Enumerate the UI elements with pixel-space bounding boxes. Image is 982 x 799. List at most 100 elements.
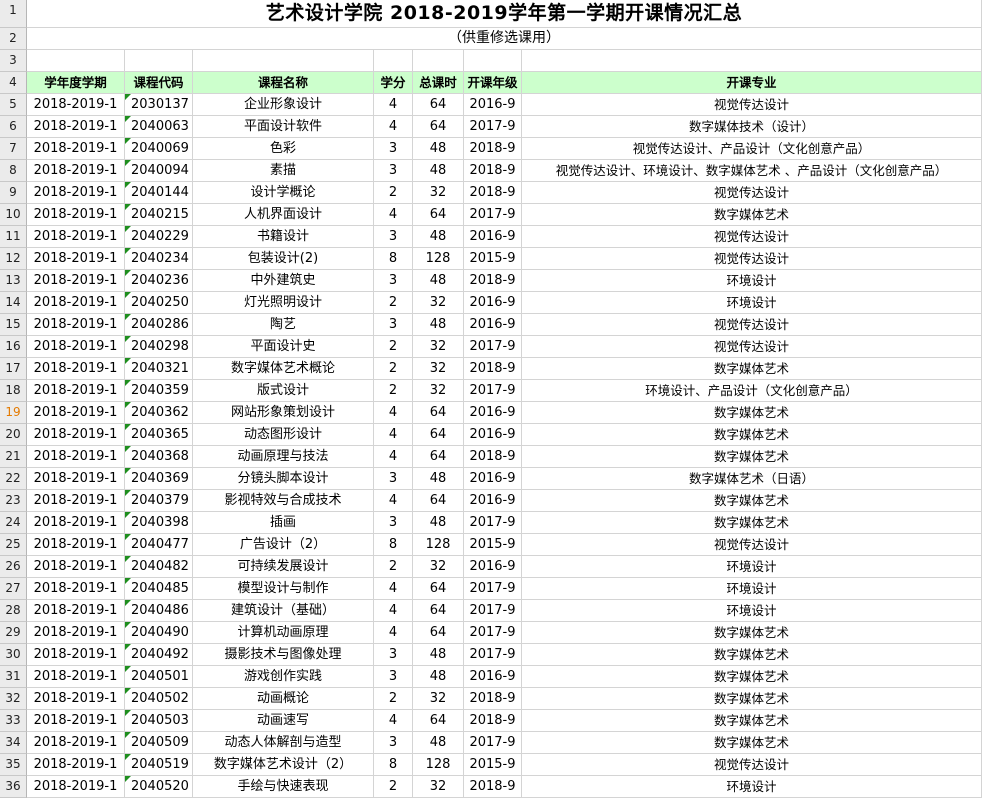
- credits-cell[interactable]: 4: [374, 446, 413, 468]
- major-cell[interactable]: 视觉传达设计: [522, 226, 982, 248]
- major-cell[interactable]: 环境设计: [522, 270, 982, 292]
- course-name-cell[interactable]: 设计学概论: [193, 182, 374, 204]
- term-cell[interactable]: 2018-2019-1: [27, 666, 125, 688]
- course-code-cell[interactable]: 2040094: [125, 160, 193, 182]
- total-hours-cell[interactable]: 48: [413, 512, 464, 534]
- row-header-26[interactable]: 26: [0, 556, 27, 578]
- total-hours-cell[interactable]: 64: [413, 116, 464, 138]
- grade-year-cell[interactable]: 2017-9: [464, 336, 522, 358]
- row-header-6[interactable]: 6: [0, 116, 27, 138]
- row-header-14[interactable]: 14: [0, 292, 27, 314]
- major-cell[interactable]: 环境设计: [522, 776, 982, 798]
- grade-year-cell[interactable]: 2016-9: [464, 402, 522, 424]
- credits-cell[interactable]: 2: [374, 688, 413, 710]
- course-code-cell[interactable]: 2040236: [125, 270, 193, 292]
- row-header-31[interactable]: 31: [0, 666, 27, 688]
- course-name-cell[interactable]: 动态人体解剖与造型: [193, 732, 374, 754]
- total-hours-cell[interactable]: 48: [413, 314, 464, 336]
- total-hours-cell[interactable]: 64: [413, 490, 464, 512]
- term-cell[interactable]: 2018-2019-1: [27, 754, 125, 776]
- course-code-cell[interactable]: 2040398: [125, 512, 193, 534]
- term-cell[interactable]: 2018-2019-1: [27, 402, 125, 424]
- major-cell[interactable]: 数字媒体艺术: [522, 358, 982, 380]
- course-name-cell[interactable]: 中外建筑史: [193, 270, 374, 292]
- course-code-cell[interactable]: 2040486: [125, 600, 193, 622]
- header-term[interactable]: 学年度学期: [27, 72, 125, 94]
- grade-year-cell[interactable]: 2016-9: [464, 226, 522, 248]
- grade-year-cell[interactable]: 2016-9: [464, 468, 522, 490]
- header-grade-year[interactable]: 开课年级: [464, 72, 522, 94]
- credits-cell[interactable]: 8: [374, 534, 413, 556]
- row-header-22[interactable]: 22: [0, 468, 27, 490]
- grade-year-cell[interactable]: 2018-9: [464, 358, 522, 380]
- course-name-cell[interactable]: 陶艺: [193, 314, 374, 336]
- credits-cell[interactable]: 4: [374, 204, 413, 226]
- course-code-cell[interactable]: 2040519: [125, 754, 193, 776]
- grade-year-cell[interactable]: 2016-9: [464, 490, 522, 512]
- term-cell[interactable]: 2018-2019-1: [27, 138, 125, 160]
- course-name-cell[interactable]: 书籍设计: [193, 226, 374, 248]
- row-header-34[interactable]: 34: [0, 732, 27, 754]
- term-cell[interactable]: 2018-2019-1: [27, 578, 125, 600]
- row-header-19[interactable]: 19: [0, 402, 27, 424]
- grade-year-cell[interactable]: 2018-9: [464, 446, 522, 468]
- course-name-cell[interactable]: 计算机动画原理: [193, 622, 374, 644]
- course-code-cell[interactable]: 2040298: [125, 336, 193, 358]
- total-hours-cell[interactable]: 48: [413, 732, 464, 754]
- major-cell[interactable]: 数字媒体艺术: [522, 710, 982, 732]
- major-cell[interactable]: 数字媒体艺术: [522, 424, 982, 446]
- total-hours-cell[interactable]: 32: [413, 776, 464, 798]
- credits-cell[interactable]: 3: [374, 512, 413, 534]
- course-code-cell[interactable]: 2040502: [125, 688, 193, 710]
- term-cell[interactable]: 2018-2019-1: [27, 424, 125, 446]
- grade-year-cell[interactable]: 2015-9: [464, 754, 522, 776]
- major-cell[interactable]: 数字媒体艺术: [522, 644, 982, 666]
- credits-cell[interactable]: 2: [374, 336, 413, 358]
- credits-cell[interactable]: 2: [374, 358, 413, 380]
- total-hours-cell[interactable]: 48: [413, 138, 464, 160]
- term-cell[interactable]: 2018-2019-1: [27, 314, 125, 336]
- course-code-cell[interactable]: 2040490: [125, 622, 193, 644]
- term-cell[interactable]: 2018-2019-1: [27, 490, 125, 512]
- course-code-cell[interactable]: 2040509: [125, 732, 193, 754]
- term-cell[interactable]: 2018-2019-1: [27, 292, 125, 314]
- credits-cell[interactable]: 4: [374, 622, 413, 644]
- row-header-11[interactable]: 11: [0, 226, 27, 248]
- course-name-cell[interactable]: 灯光照明设计: [193, 292, 374, 314]
- major-cell[interactable]: 视觉传达设计: [522, 182, 982, 204]
- major-cell[interactable]: 环境设计: [522, 600, 982, 622]
- credits-cell[interactable]: 4: [374, 600, 413, 622]
- grade-year-cell[interactable]: 2017-9: [464, 512, 522, 534]
- course-name-cell[interactable]: 手绘与快速表现: [193, 776, 374, 798]
- course-code-cell[interactable]: 2040234: [125, 248, 193, 270]
- course-name-cell[interactable]: 摄影技术与图像处理: [193, 644, 374, 666]
- credits-cell[interactable]: 4: [374, 490, 413, 512]
- sheet-title[interactable]: 艺术设计学院 2018-2019学年第一学期开课情况汇总: [27, 0, 982, 28]
- total-hours-cell[interactable]: 48: [413, 226, 464, 248]
- row-header-21[interactable]: 21: [0, 446, 27, 468]
- total-hours-cell[interactable]: 64: [413, 600, 464, 622]
- course-code-cell[interactable]: 2040477: [125, 534, 193, 556]
- grade-year-cell[interactable]: 2016-9: [464, 556, 522, 578]
- major-cell[interactable]: 数字媒体艺术: [522, 666, 982, 688]
- credits-cell[interactable]: 8: [374, 248, 413, 270]
- grade-year-cell[interactable]: 2018-9: [464, 688, 522, 710]
- row-header-12[interactable]: 12: [0, 248, 27, 270]
- credits-cell[interactable]: 4: [374, 116, 413, 138]
- major-cell[interactable]: 数字媒体艺术: [522, 622, 982, 644]
- term-cell[interactable]: 2018-2019-1: [27, 226, 125, 248]
- row-header-23[interactable]: 23: [0, 490, 27, 512]
- term-cell[interactable]: 2018-2019-1: [27, 556, 125, 578]
- total-hours-cell[interactable]: 128: [413, 534, 464, 556]
- total-hours-cell[interactable]: 64: [413, 424, 464, 446]
- course-name-cell[interactable]: 包装设计(2): [193, 248, 374, 270]
- term-cell[interactable]: 2018-2019-1: [27, 380, 125, 402]
- credits-cell[interactable]: 4: [374, 424, 413, 446]
- term-cell[interactable]: 2018-2019-1: [27, 710, 125, 732]
- credits-cell[interactable]: 3: [374, 160, 413, 182]
- course-code-cell[interactable]: 2040286: [125, 314, 193, 336]
- term-cell[interactable]: 2018-2019-1: [27, 622, 125, 644]
- major-cell[interactable]: 数字媒体艺术: [522, 402, 982, 424]
- course-name-cell[interactable]: 平面设计软件: [193, 116, 374, 138]
- term-cell[interactable]: 2018-2019-1: [27, 534, 125, 556]
